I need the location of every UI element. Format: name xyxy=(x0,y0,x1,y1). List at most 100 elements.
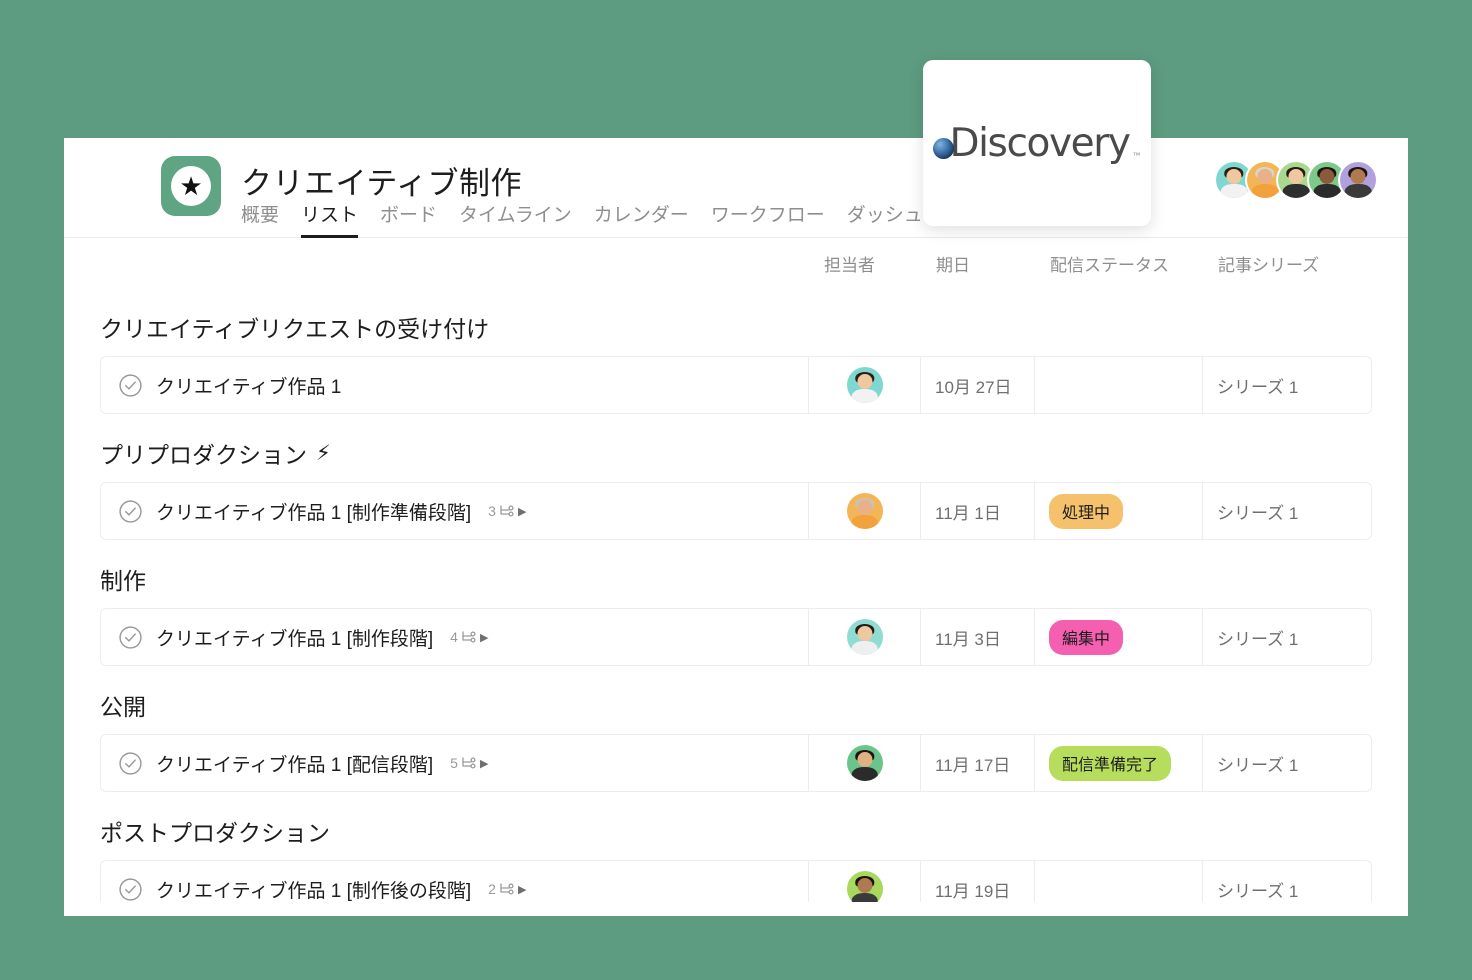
section-title[interactable]: プリプロダクション ⚡ xyxy=(100,414,1372,482)
avatar-face xyxy=(1257,169,1273,185)
due-date-cell[interactable]: 11月 3日 xyxy=(921,609,1035,665)
avatar-face xyxy=(856,374,873,390)
status-cell[interactable]: 処理中 xyxy=(1035,483,1203,539)
tab-bar: 概要 リスト ボード タイムライン カレンダー ワークフロー ダッシュボード xyxy=(241,204,980,238)
series-cell[interactable]: シリーズ 1 xyxy=(1203,735,1371,791)
avatar-row-2[interactable] xyxy=(846,493,883,529)
avatar-body xyxy=(1344,184,1372,198)
assignee-cell[interactable] xyxy=(809,357,921,413)
tab-4[interactable]: カレンダー xyxy=(594,200,689,238)
complete-task-icon[interactable] xyxy=(118,877,143,902)
table-row[interactable]: クリエイティブ作品 1 [制作準備段階] 3 ▶ 11月 1日 処理中 シリーズ 1 xyxy=(100,482,1372,540)
discovery-logo-card: Discovery ™ xyxy=(923,60,1151,226)
project-icon: ★ xyxy=(161,156,221,216)
section-title[interactable]: ポストプロダクション xyxy=(100,792,1372,860)
subtask-count: 2 xyxy=(488,881,496,897)
subtask-icon xyxy=(500,883,514,895)
avatar-row-1[interactable] xyxy=(846,367,883,403)
series-cell[interactable]: シリーズ 1 xyxy=(1203,609,1371,665)
avatar-body xyxy=(851,389,878,403)
status-badge[interactable]: 配信準備完了 xyxy=(1049,745,1172,781)
avatar-body xyxy=(851,641,878,655)
task-name-cell[interactable]: クリエイティブ作品 1 [制作準備段階] 3 ▶ xyxy=(101,483,809,539)
app-window: ★ クリエイティブ制作 概要 リスト ボード タイムライン カレンダー ワークフロー ダッシ… xyxy=(64,138,1408,916)
expand-caret-icon[interactable]: ▶ xyxy=(480,631,488,644)
expand-caret-icon[interactable]: ▶ xyxy=(518,883,526,896)
due-date-cell[interactable]: 10月 27日 xyxy=(921,357,1035,413)
avatar-body xyxy=(1220,184,1248,198)
status-cell[interactable]: 編集中 xyxy=(1035,609,1203,665)
task-name-cell[interactable]: クリエイティブ作品 1 xyxy=(101,357,809,413)
column-header-status: 配信ステータス xyxy=(1050,255,1169,275)
status-badge[interactable]: 編集中 xyxy=(1049,619,1124,655)
expand-caret-icon[interactable]: ▶ xyxy=(480,757,488,770)
section-title[interactable]: 公開 xyxy=(100,666,1372,734)
avatar-body xyxy=(1251,184,1279,198)
section-title-text: プリプロダクション xyxy=(100,442,307,468)
series-cell[interactable]: シリーズ 1 xyxy=(1203,483,1371,539)
avatar-body xyxy=(851,767,878,781)
assignee-cell[interactable] xyxy=(809,609,921,665)
subtask-indicator[interactable]: 4 ▶ xyxy=(450,629,488,645)
assignee-cell[interactable] xyxy=(809,483,921,539)
complete-task-icon[interactable] xyxy=(118,625,143,650)
complete-task-icon[interactable] xyxy=(118,499,143,524)
lightning-bolt-icon: ⚡ xyxy=(316,441,331,465)
discovery-wordmark: Discovery xyxy=(949,120,1130,166)
complete-task-icon[interactable] xyxy=(118,373,143,398)
table-bottom-fade xyxy=(64,902,1408,916)
subtask-indicator[interactable]: 2 ▶ xyxy=(488,881,526,897)
member-5[interactable] xyxy=(1340,162,1376,198)
column-header-due-date: 期日 xyxy=(936,255,970,275)
avatar-row-3[interactable] xyxy=(846,619,883,655)
table-row[interactable]: クリエイティブ作品 1 [配信段階] 5 ▶ 11月 17日 配信準備完了 シリーズ 1 xyxy=(100,734,1372,792)
subtask-count: 4 xyxy=(450,629,458,645)
task-name-cell[interactable]: クリエイティブ作品 1 [制作段階] 4 ▶ xyxy=(101,609,809,665)
avatar-body xyxy=(1282,184,1310,198)
task-name: クリエイティブ作品 1 [制作準備段階] xyxy=(156,502,472,524)
avatar-row-4[interactable] xyxy=(846,745,883,781)
section-title-text: 制作 xyxy=(100,568,146,594)
tab-3[interactable]: タイムライン xyxy=(459,200,572,238)
column-header-assignee: 担当者 xyxy=(824,255,875,275)
status-cell[interactable] xyxy=(1035,357,1203,413)
status-badge[interactable]: 処理中 xyxy=(1049,493,1124,529)
star-icon: ★ xyxy=(179,171,203,201)
task-name: クリエイティブ作品 1 [配信段階] xyxy=(156,754,434,776)
task-name: クリエイティブ作品 1 [制作段階] xyxy=(156,628,434,650)
table-column-headers: 担当者 期日 配信ステータス 記事シリーズ xyxy=(100,238,1372,288)
series-cell[interactable]: シリーズ 1 xyxy=(1203,357,1371,413)
subtask-indicator[interactable]: 5 ▶ xyxy=(450,755,488,771)
section-title[interactable]: 制作 xyxy=(100,540,1372,608)
tab-5[interactable]: ワークフロー xyxy=(711,200,825,238)
table-row[interactable]: クリエイティブ作品 1 [制作段階] 4 ▶ 11月 3日 編集中 シリーズ 1 xyxy=(100,608,1372,666)
section-title-text: 公開 xyxy=(100,694,146,720)
avatar-face xyxy=(1319,169,1335,185)
avatar-face xyxy=(856,752,873,768)
avatar-face xyxy=(856,878,873,894)
trademark-symbol: ™ xyxy=(1132,150,1141,160)
subtask-icon xyxy=(500,505,514,517)
page-title: クリエイティブ制作 xyxy=(241,166,523,201)
globe-icon xyxy=(933,137,955,159)
avatar-body xyxy=(851,515,878,529)
task-name: クリエイティブ作品 1 [制作後の段階] xyxy=(156,880,472,902)
status-cell[interactable]: 配信準備完了 xyxy=(1035,735,1203,791)
table-row[interactable]: クリエイティブ作品 1 10月 27日 シリーズ 1 xyxy=(100,356,1372,414)
task-name-cell[interactable]: クリエイティブ作品 1 [配信段階] 5 ▶ xyxy=(101,735,809,791)
subtask-icon xyxy=(462,757,476,769)
avatar-face xyxy=(1288,169,1304,185)
due-date-cell[interactable]: 11月 1日 xyxy=(921,483,1035,539)
member-avatar-group[interactable] xyxy=(1216,162,1376,198)
tab-1[interactable]: リスト xyxy=(301,200,359,238)
expand-caret-icon[interactable]: ▶ xyxy=(518,505,526,518)
subtask-indicator[interactable]: 3 ▶ xyxy=(488,503,526,519)
assignee-cell[interactable] xyxy=(809,735,921,791)
due-date-cell[interactable]: 11月 17日 xyxy=(921,735,1035,791)
section-title-text: ポストプロダクション xyxy=(100,820,330,846)
tab-2[interactable]: ボード xyxy=(380,200,437,238)
tab-0[interactable]: 概要 xyxy=(241,200,279,238)
section-list: クリエイティブリクエストの受け付け クリエイティブ作品 1 10月 27日 シリーズ … xyxy=(100,288,1372,916)
section-title[interactable]: クリエイティブリクエストの受け付け xyxy=(100,288,1372,356)
complete-task-icon[interactable] xyxy=(118,751,143,776)
